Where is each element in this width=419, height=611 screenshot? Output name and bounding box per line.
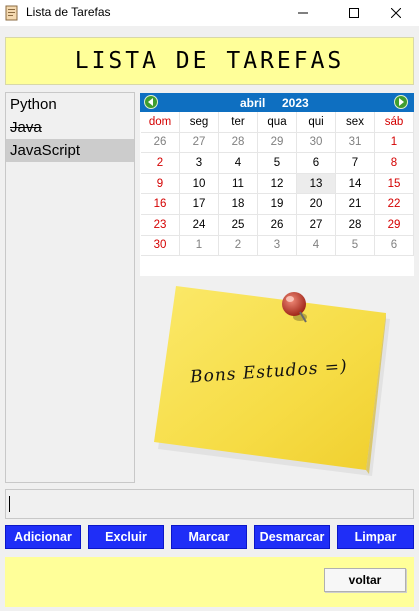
weekday-header: dom xyxy=(141,112,180,133)
calendar-day[interactable]: 30 xyxy=(141,235,180,257)
unmark-button[interactable]: Desmarcar xyxy=(254,525,330,549)
calendar-header: abril 2023 xyxy=(140,93,414,112)
app-icon xyxy=(5,5,18,21)
calendar-day[interactable]: 3 xyxy=(258,235,297,257)
arrow-left-icon xyxy=(148,98,153,106)
calendar-grid: dom seg ter qua qui sex sáb 26 27 28 29 30 31 1 2 3 4 5 6 7… xyxy=(141,112,414,257)
task-listbox[interactable]: Python Java JavaScript xyxy=(5,92,135,483)
calendar-day[interactable]: 12 xyxy=(258,173,297,195)
minimize-button[interactable] xyxy=(280,0,326,26)
list-item[interactable]: Python xyxy=(6,93,134,116)
sticky-note: Bons Estudos =) xyxy=(150,284,412,479)
calendar-day[interactable]: 17 xyxy=(180,194,219,215)
calendar-day[interactable]: 29 xyxy=(258,132,297,154)
calendar-day[interactable]: 1 xyxy=(180,235,219,257)
list-item[interactable]: JavaScript xyxy=(6,139,134,162)
calendar[interactable]: abril 2023 dom seg ter qua qui sex sáb 26 27 28 29… xyxy=(140,93,414,276)
add-button[interactable]: Adicionar xyxy=(5,525,81,549)
calendar-day[interactable]: 4 xyxy=(219,153,258,174)
calendar-day[interactable]: 27 xyxy=(297,214,336,236)
calendar-day[interactable]: 20 xyxy=(297,194,336,215)
text-caret xyxy=(9,496,10,512)
weekday-header: qui xyxy=(297,112,336,133)
calendar-day[interactable]: 29 xyxy=(375,214,414,236)
calendar-day[interactable]: 4 xyxy=(297,235,336,257)
calendar-day[interactable]: 15 xyxy=(375,173,414,195)
calendar-day[interactable]: 30 xyxy=(297,132,336,154)
calendar-day[interactable]: 27 xyxy=(180,132,219,154)
calendar-day[interactable]: 22 xyxy=(375,194,414,215)
calendar-day[interactable]: 3 xyxy=(180,153,219,174)
calendar-day[interactable]: 6 xyxy=(375,235,414,257)
calendar-month: abril xyxy=(240,96,266,110)
weekday-header: ter xyxy=(219,112,258,133)
maximize-button[interactable] xyxy=(331,0,377,26)
calendar-day[interactable]: 2 xyxy=(219,235,258,257)
calendar-day[interactable]: 8 xyxy=(375,153,414,174)
calendar-day[interactable]: 28 xyxy=(336,214,375,236)
calendar-day[interactable]: 23 xyxy=(141,214,180,236)
task-input[interactable] xyxy=(5,489,414,519)
calendar-day[interactable]: 5 xyxy=(258,153,297,174)
calendar-day[interactable]: 5 xyxy=(336,235,375,257)
calendar-day[interactable]: 28 xyxy=(219,132,258,154)
calendar-day[interactable]: 26 xyxy=(141,132,180,154)
calendar-year: 2023 xyxy=(282,96,309,110)
calendar-day[interactable]: 6 xyxy=(297,153,336,174)
calendar-day[interactable]: 26 xyxy=(258,214,297,236)
calendar-day[interactable]: 1 xyxy=(375,132,414,154)
weekday-header: sáb xyxy=(375,112,414,133)
mark-button[interactable]: Marcar xyxy=(171,525,247,549)
weekday-header: seg xyxy=(180,112,219,133)
next-month-button[interactable] xyxy=(394,95,408,109)
calendar-day[interactable]: 2 xyxy=(141,153,180,174)
calendar-day[interactable]: 16 xyxy=(141,194,180,215)
arrow-right-icon xyxy=(399,98,404,106)
clear-button[interactable]: Limpar xyxy=(337,525,414,549)
close-button[interactable] xyxy=(373,0,419,26)
delete-button[interactable]: Excluir xyxy=(88,525,164,549)
minimize-icon xyxy=(298,12,308,14)
calendar-day[interactable]: 24 xyxy=(180,214,219,236)
weekday-header: qua xyxy=(258,112,297,133)
sticky-note-graphic xyxy=(154,286,390,476)
calendar-day[interactable]: 25 xyxy=(219,214,258,236)
header-banner: LISTA DE TAREFAS xyxy=(5,37,414,85)
close-icon xyxy=(391,8,401,18)
back-button[interactable]: voltar xyxy=(324,568,406,592)
calendar-day[interactable]: 13 xyxy=(297,173,336,195)
calendar-day[interactable]: 9 xyxy=(141,173,180,195)
calendar-day[interactable]: 18 xyxy=(219,194,258,215)
calendar-day[interactable]: 10 xyxy=(180,173,219,195)
calendar-day[interactable]: 14 xyxy=(336,173,375,195)
list-item[interactable]: Java xyxy=(6,116,134,139)
maximize-icon xyxy=(349,8,359,18)
prev-month-button[interactable] xyxy=(144,95,158,109)
window-title: Lista de Tarefas xyxy=(26,5,111,19)
weekday-header: sex xyxy=(336,112,375,133)
calendar-day[interactable]: 21 xyxy=(336,194,375,215)
calendar-day[interactable]: 31 xyxy=(336,132,375,154)
calendar-day[interactable]: 19 xyxy=(258,194,297,215)
page-title: LISTA DE TAREFAS xyxy=(74,48,345,74)
calendar-day[interactable]: 11 xyxy=(219,173,258,195)
calendar-day[interactable]: 7 xyxy=(336,153,375,174)
title-bar: Lista de Tarefas xyxy=(0,0,419,26)
